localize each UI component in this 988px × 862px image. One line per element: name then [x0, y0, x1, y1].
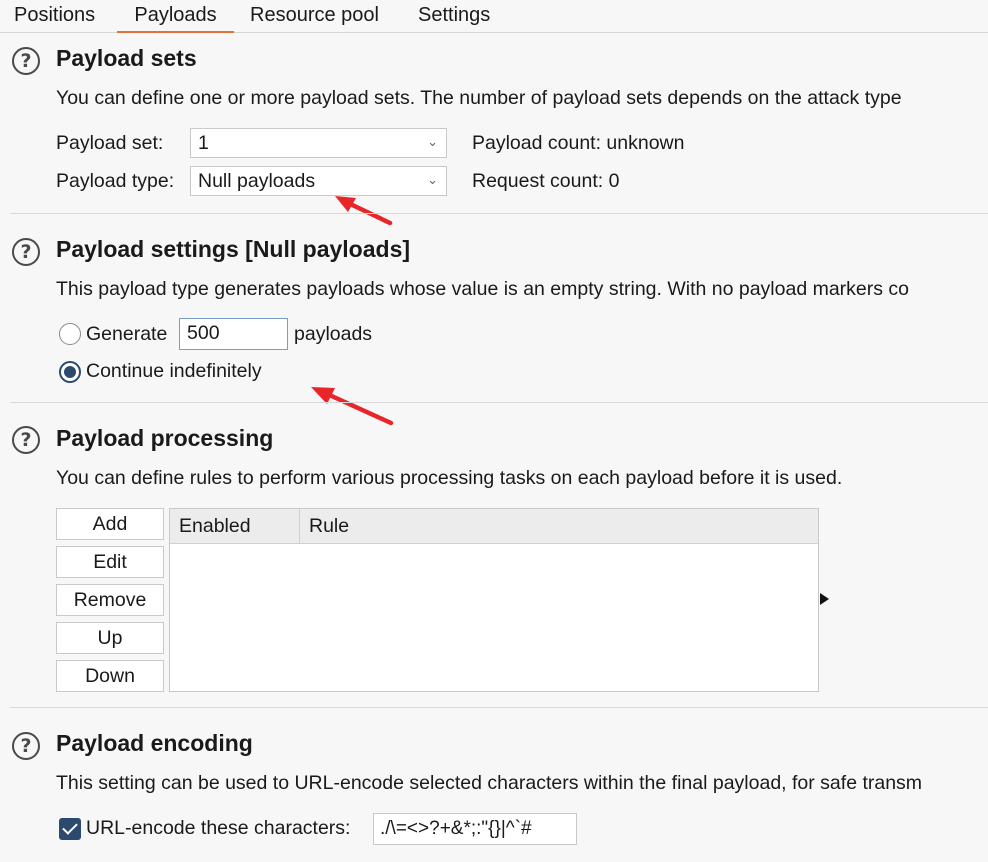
generate-label: Generate [86, 323, 168, 345]
url-encode-label: URL-encode these characters: [86, 817, 351, 839]
chevron-down-icon: ⌄ [427, 173, 438, 188]
column-rule[interactable]: Rule [300, 509, 500, 543]
payload-type-label: Payload type: [56, 170, 175, 192]
payload-settings-description: This payload type generates payloads who… [56, 278, 910, 300]
payload-set-dropdown[interactable]: 1 ⌄ [190, 128, 447, 158]
payload-processing-title: Payload processing [56, 425, 274, 451]
tab-settings[interactable]: Settings [418, 0, 490, 31]
generate-count-input[interactable]: 500 [179, 318, 288, 350]
url-encode-characters-input[interactable]: ./\=<>?+&*;:"{}|^`# [373, 813, 577, 845]
payload-type-value: Null payloads [198, 170, 316, 192]
payload-sets-description: You can define one or more payload sets.… [56, 87, 902, 109]
payload-sets-help-icon[interactable]: ? [12, 47, 40, 75]
add-rule-button[interactable]: Add [56, 508, 164, 540]
tab-payloads[interactable]: Payloads [117, 0, 234, 33]
section-divider [10, 402, 988, 403]
table-header: Enabled Rule [170, 509, 818, 544]
annotation-arrow-icon [311, 387, 394, 426]
payload-processing-description: You can define rules to perform various … [56, 467, 843, 489]
tab-bar: Positions Payloads Resource pool Setting… [0, 0, 988, 33]
payload-encoding-title: Payload encoding [56, 730, 253, 756]
move-down-button[interactable]: Down [56, 660, 164, 692]
continue-indefinitely-radio[interactable] [59, 361, 81, 383]
payload-sets-title: Payload sets [56, 45, 197, 71]
request-count: Request count: 0 [472, 170, 620, 192]
tab-resource-pool[interactable]: Resource pool [250, 0, 379, 31]
remove-rule-button[interactable]: Remove [56, 584, 164, 616]
triangle-right-icon[interactable] [820, 593, 830, 605]
edit-rule-button[interactable]: Edit [56, 546, 164, 578]
payload-set-value: 1 [198, 132, 209, 154]
section-divider [10, 707, 988, 708]
move-up-button[interactable]: Up [56, 622, 164, 654]
url-encode-checkbox[interactable] [59, 818, 81, 840]
payloads-suffix-label: payloads [294, 323, 373, 345]
payload-count: Payload count: unknown [472, 132, 685, 154]
payload-type-dropdown[interactable]: Null payloads ⌄ [190, 166, 447, 196]
generate-radio[interactable] [59, 323, 81, 345]
column-enabled[interactable]: Enabled [170, 509, 300, 543]
continue-indefinitely-label: Continue indefinitely [86, 360, 262, 382]
processing-rules-table[interactable]: Enabled Rule [169, 508, 819, 692]
section-divider [10, 213, 988, 214]
annotation-arrow-icon [335, 196, 393, 226]
payload-encoding-help-icon[interactable]: ? [12, 732, 40, 760]
payload-settings-title: Payload settings [Null payloads] [56, 236, 411, 262]
payload-set-label: Payload set: [56, 132, 164, 154]
payload-processing-help-icon[interactable]: ? [12, 426, 40, 454]
tab-positions[interactable]: Positions [14, 0, 95, 31]
chevron-down-icon: ⌄ [427, 135, 438, 150]
payload-settings-help-icon[interactable]: ? [12, 238, 40, 266]
payload-encoding-description: This setting can be used to URL-encode s… [56, 772, 923, 794]
